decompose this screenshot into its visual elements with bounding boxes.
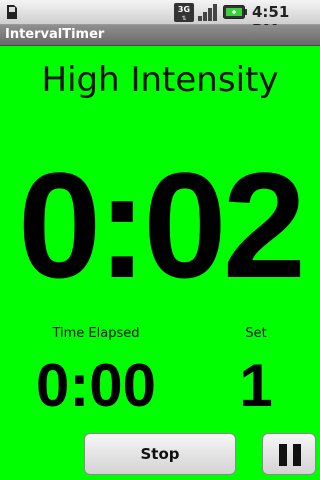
phase-label: High Intensity [41, 60, 279, 100]
network-3g-icon: 3G ⇅ [174, 3, 194, 22]
app-title: IntervalTimer [5, 27, 105, 42]
svg-text:3G: 3G [178, 5, 190, 14]
time-elapsed-value: 0:00 [35, 352, 157, 419]
app-titlebar: IntervalTimer [0, 25, 320, 46]
time-elapsed-label: Time Elapsed [52, 326, 140, 341]
pause-button[interactable] [262, 433, 316, 475]
signal-icon [198, 4, 217, 21]
timer-screen: High Intensity 0:02 Time Elapsed Set 0:0… [0, 46, 320, 480]
status-bar: 3G ⇅ 4:51 PM [0, 0, 320, 39]
countdown-display: 0:02 [17, 141, 306, 309]
battery-icon [223, 5, 247, 19]
stop-button[interactable]: Stop [84, 433, 236, 475]
set-value: 1 [239, 352, 273, 419]
svg-text:⇅: ⇅ [181, 15, 186, 22]
set-label: Set [245, 326, 267, 341]
sd-card-icon [7, 5, 17, 19]
stop-button-label: Stop [140, 445, 180, 463]
